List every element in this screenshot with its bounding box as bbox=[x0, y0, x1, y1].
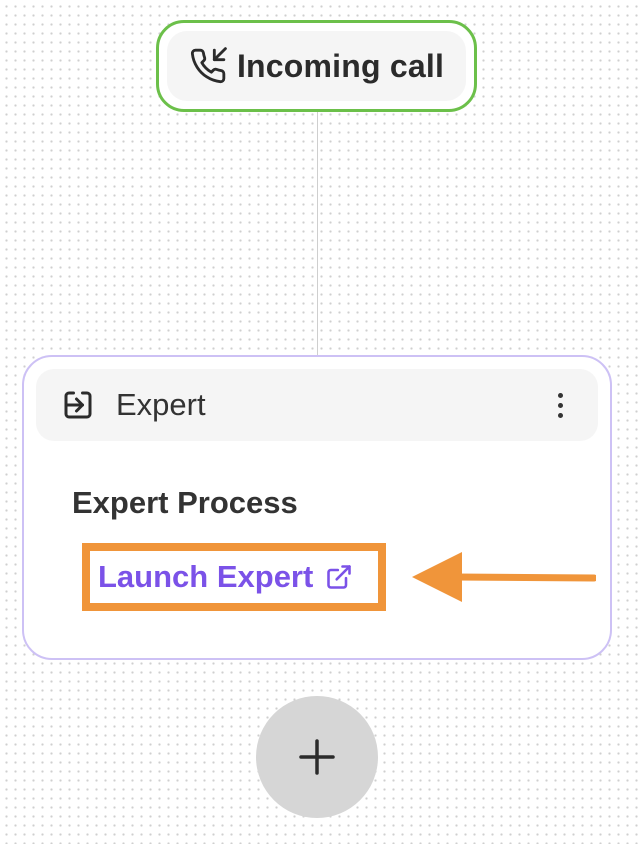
annotation-highlight-box: Launch Expert bbox=[82, 543, 386, 611]
phone-incoming-icon bbox=[190, 47, 227, 84]
more-vertical-icon[interactable] bbox=[538, 383, 582, 427]
plus-icon bbox=[299, 739, 335, 775]
arrow-left-icon bbox=[412, 552, 596, 602]
trigger-node-content: Incoming call bbox=[167, 31, 466, 101]
step-title: Expert bbox=[116, 387, 206, 422]
flow-connector-line bbox=[317, 110, 318, 356]
trigger-node[interactable]: Incoming call bbox=[156, 20, 477, 112]
enter-icon bbox=[64, 391, 92, 419]
expert-step-card[interactable]: Expert Expert Process Launch Expert bbox=[22, 355, 612, 660]
add-step-button[interactable] bbox=[256, 696, 378, 818]
trigger-title: Incoming call bbox=[236, 47, 445, 84]
launch-expert-link[interactable]: Launch Expert bbox=[98, 559, 313, 595]
external-link-icon[interactable] bbox=[325, 563, 353, 591]
section-title: Expert Process bbox=[72, 485, 298, 520]
step-card-header: Expert bbox=[36, 369, 598, 441]
